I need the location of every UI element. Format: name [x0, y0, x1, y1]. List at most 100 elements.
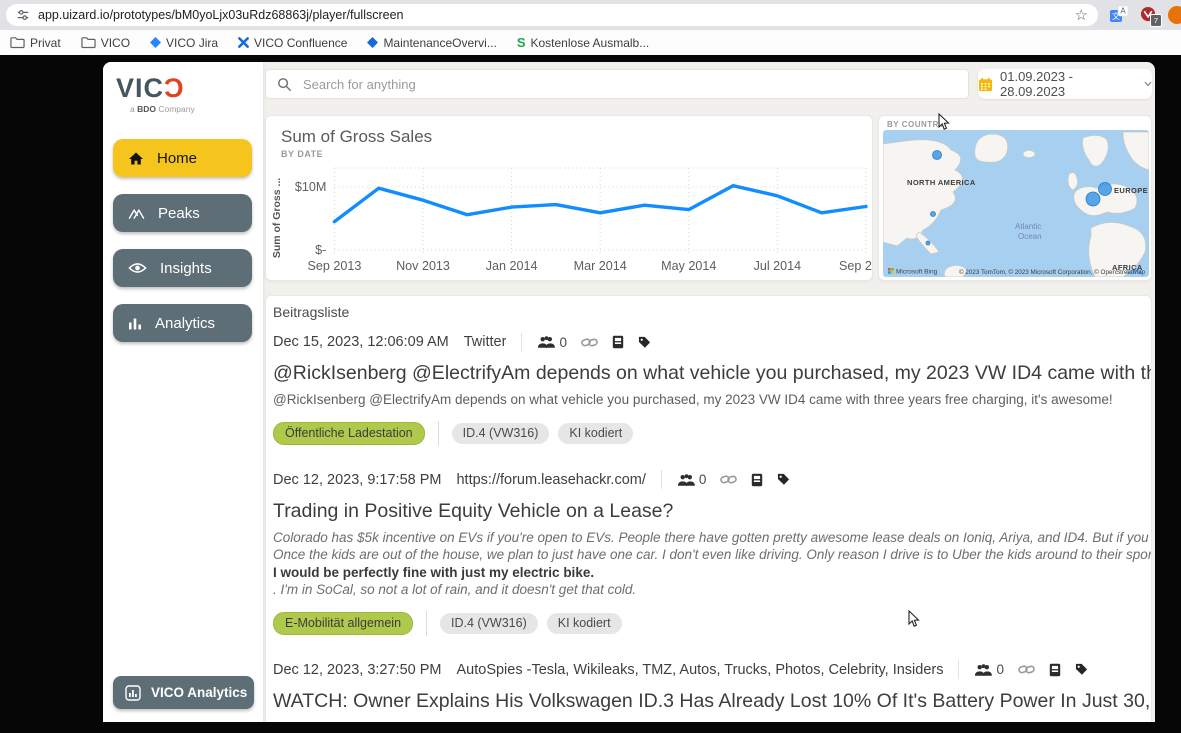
reach-count: 0 — [699, 472, 707, 487]
reach-count: 0 — [996, 662, 1004, 677]
url-text[interactable]: app.uizard.io/prototypes/bM0yoLjx03uRdz6… — [38, 8, 1075, 22]
tags-divider — [426, 611, 427, 636]
post-source[interactable]: Twitter — [464, 334, 507, 350]
post-date: Dec 15, 2023, 12:06:09 AM — [273, 334, 449, 350]
post-body: @RickIsenberg @ElectrifyAm depends on wh… — [273, 391, 1151, 409]
gross-sales-chart-card[interactable]: Sum of Gross Sales BY DATE $-$10MSep 201… — [265, 115, 873, 281]
post-body-line: Once the kids are out of the house, we p… — [273, 546, 1151, 564]
map-bubble[interactable] — [926, 241, 930, 245]
sidebar-item-label: Peaks — [158, 205, 200, 222]
bookmark-vico-confluence[interactable]: VICO Confluence — [238, 36, 347, 50]
post-body-line: @RickIsenberg @ElectrifyAm depends on wh… — [273, 391, 1151, 409]
bookmark-vico[interactable]: VICO — [81, 36, 130, 50]
bookmarks-bar: Privat VICO VICO Jira VICO Confluence Mainte… — [0, 30, 1181, 55]
link-icon[interactable] — [1018, 663, 1035, 676]
eye-icon — [128, 262, 147, 274]
codebook-icon[interactable] — [751, 473, 763, 487]
profile-avatar[interactable] — [1168, 6, 1181, 24]
tag-icon[interactable] — [638, 336, 651, 349]
svg-text:Jan 2014: Jan 2014 — [486, 259, 538, 273]
sidebar-item-insights[interactable]: Insights — [113, 249, 252, 287]
tag-icon[interactable] — [1075, 663, 1088, 676]
svg-text:Sum of Gross ...: Sum of Gross ... — [271, 178, 283, 258]
svg-text:$-: $- — [315, 243, 326, 257]
peaks-icon — [128, 206, 145, 220]
chevron-down-icon — [1144, 81, 1152, 87]
post-title[interactable]: @RickIsenberg @ElectrifyAm depends on wh… — [273, 361, 1151, 385]
post-date: Dec 12, 2023, 3:27:50 PM — [273, 662, 441, 678]
post-title[interactable]: WATCH: Owner Explains His Volkswagen ID.… — [273, 689, 1151, 713]
bing-logo: Microsoft Bing — [888, 268, 938, 276]
search-input[interactable] — [301, 76, 957, 93]
sidebar-item-home[interactable]: Home — [113, 139, 252, 177]
logo-tagline: a BDO Company — [130, 104, 263, 114]
map-label-europe: EUROPE — [1114, 186, 1148, 195]
map-bubble[interactable] — [931, 212, 936, 217]
bookmark-label: VICO Confluence — [254, 36, 347, 50]
logo-text: VIC — [116, 73, 164, 103]
audience-icon[interactable] — [677, 473, 696, 487]
svg-text:Jul 2014: Jul 2014 — [754, 259, 802, 273]
post-source[interactable]: https://forum.leasehackr.com/ — [456, 472, 645, 488]
bookmark-maintenanceovervi[interactable]: MaintenanceOvervi... — [367, 36, 496, 50]
world-map[interactable]: NORTH AMERICAEUROPEAFRICAAtlanticOcean M… — [883, 130, 1149, 277]
tag-e-mobilit-t-allgemein[interactable]: E-Mobilität allgemein — [273, 612, 413, 635]
tag-ffentliche-ladestation[interactable]: Öffentliche Ladestation — [273, 422, 425, 445]
bookmark-kostenlose-ausmalb[interactable]: SKostenlose Ausmalb... — [517, 36, 649, 50]
audience-icon[interactable] — [537, 335, 556, 349]
tags-divider — [438, 421, 439, 446]
bookmark-label: Privat — [30, 36, 61, 50]
bookmark-vico-jira[interactable]: VICO Jira — [150, 36, 218, 50]
date-range-text: 01.09.2023 - 28.09.2023 — [1000, 69, 1137, 99]
map-bubble[interactable] — [1099, 183, 1112, 196]
posts-card: Beitragsliste Dec 15, 2023, 12:06:09 AM … — [265, 295, 1152, 722]
tag-ki-kodiert[interactable]: KI kodiert — [558, 423, 633, 444]
bookmark-star-icon[interactable]: ☆ — [1075, 8, 1088, 23]
post-source[interactable]: AutoSpies -Tesla, Wikileaks, TMZ, Autos,… — [456, 662, 943, 678]
map-bubble[interactable] — [933, 151, 942, 160]
search-bar[interactable] — [265, 69, 969, 99]
extension-icon[interactable]: 7 — [1140, 6, 1158, 24]
line-chart: $-$10MSep 2013Nov 2013Jan 2014Mar 2014Ma… — [268, 158, 872, 280]
analytics-grid-icon — [125, 685, 141, 701]
link-icon[interactable] — [720, 473, 737, 486]
folder-icon — [81, 36, 96, 49]
map-bubble[interactable] — [1086, 192, 1100, 206]
post-item[interactable]: Dec 15, 2023, 12:06:09 AM Twitter 0 — [273, 333, 1151, 446]
sidebar-nav: Home Peaks Insights Analytics — [103, 139, 263, 342]
sidebar-item-vico-analytics[interactable]: VICO Analytics — [113, 676, 254, 709]
codebook-icon[interactable] — [612, 335, 624, 349]
site-settings-icon[interactable] — [16, 8, 30, 22]
country-map-card[interactable]: BY COUNTRY NORTH A — [878, 115, 1152, 281]
post-item[interactable]: Dec 12, 2023, 9:17:58 PM https://forum.l… — [273, 471, 1151, 636]
date-range-picker[interactable]: 01.09.2023 - 28.09.2023 — [978, 69, 1152, 99]
url-bar[interactable]: app.uizard.io/prototypes/bM0yoLjx03uRdz6… — [6, 4, 1098, 26]
svg-text:Sep 2013: Sep 2013 — [308, 259, 362, 273]
tag-ki-kodiert[interactable]: KI kodiert — [547, 613, 622, 634]
bars-icon — [128, 317, 142, 330]
tag-icon[interactable] — [777, 473, 790, 486]
svg-text:May 2014: May 2014 — [661, 259, 716, 273]
header-divider — [958, 660, 959, 679]
sidebar-item-label: Home — [157, 150, 197, 167]
post-title[interactable]: Trading in Positive Equity Vehicle on a … — [273, 499, 1151, 523]
link-icon[interactable] — [581, 336, 598, 349]
tag-id-4-vw316[interactable]: ID.4 (VW316) — [440, 613, 538, 634]
bookmark-label: Kostenlose Ausmalb... — [531, 36, 650, 50]
bookmark-privat[interactable]: Privat — [10, 36, 61, 50]
map-label-atlantic: Atlantic — [1015, 222, 1041, 231]
sidebar-item-peaks[interactable]: Peaks — [113, 194, 252, 232]
svg-text:A: A — [1120, 7, 1126, 16]
codebook-icon[interactable] — [1049, 663, 1061, 677]
post-tags: Öffentliche Ladestation ID.4 (VW316) KI ko… — [273, 421, 1151, 446]
tag-id-4-vw316[interactable]: ID.4 (VW316) — [452, 423, 550, 444]
map-label-north-america: NORTH AMERICA — [907, 178, 976, 187]
sidebar-item-label: Analytics — [155, 315, 215, 332]
audience-icon[interactable] — [974, 663, 993, 677]
bookmark-label: VICO Jira — [166, 36, 218, 50]
folder-icon — [10, 36, 25, 49]
translate-extension-icon[interactable]: 文A — [1110, 6, 1128, 24]
map-terms-link[interactable]: Terms — [1126, 269, 1143, 276]
post-item[interactable]: Dec 12, 2023, 3:27:50 PM AutoSpies -Tesl… — [273, 661, 1151, 723]
sidebar-item-analytics[interactable]: Analytics — [113, 304, 252, 342]
